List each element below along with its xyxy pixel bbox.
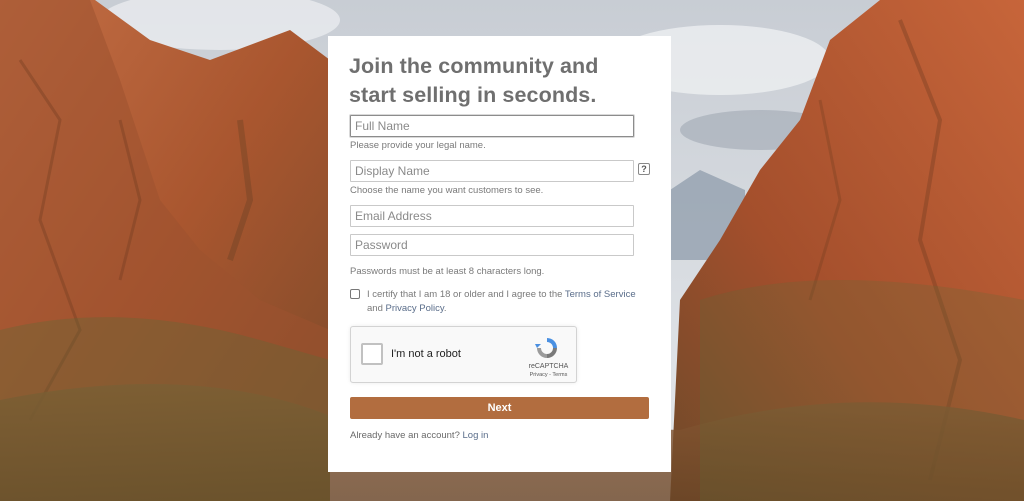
login-prompt: Already have an account? Log in xyxy=(350,430,489,441)
question-icon[interactable]: ? xyxy=(638,163,650,175)
next-button[interactable]: Next xyxy=(350,397,649,419)
email-input[interactable] xyxy=(350,205,634,227)
signup-card: Join the community and start selling in … xyxy=(328,36,671,472)
terms-checkbox[interactable] xyxy=(350,289,360,299)
display-name-input[interactable] xyxy=(350,160,634,182)
password-input[interactable] xyxy=(350,234,634,256)
full-name-input[interactable] xyxy=(350,115,634,137)
page-title: Join the community and start selling in … xyxy=(349,54,599,107)
recaptcha-privacy-link[interactable]: Privacy xyxy=(530,372,548,378)
terms-of-service-link[interactable]: Terms of Service xyxy=(565,289,636,300)
full-name-hint: Please provide your legal name. xyxy=(350,140,486,151)
display-name-hint: Choose the name you want customers to se… xyxy=(350,185,544,196)
recaptcha-brand: reCAPTCHA xyxy=(528,363,569,370)
terms-text: I certify that I am 18 or older and I ag… xyxy=(367,289,636,314)
recaptcha-links: Privacy - Terms xyxy=(529,372,568,378)
privacy-policy-link[interactable]: Privacy Policy xyxy=(386,303,444,314)
recaptcha-widget: I'm not a robot reCAPTCHA Privacy - Term… xyxy=(350,326,577,383)
recaptcha-terms-link[interactable]: Terms xyxy=(552,372,567,378)
password-hint: Passwords must be at least 8 characters … xyxy=(350,266,545,277)
login-link[interactable]: Log in xyxy=(463,430,489,441)
recaptcha-icon xyxy=(535,338,557,358)
recaptcha-checkbox[interactable] xyxy=(361,343,383,365)
recaptcha-label: I'm not a robot xyxy=(391,348,461,360)
